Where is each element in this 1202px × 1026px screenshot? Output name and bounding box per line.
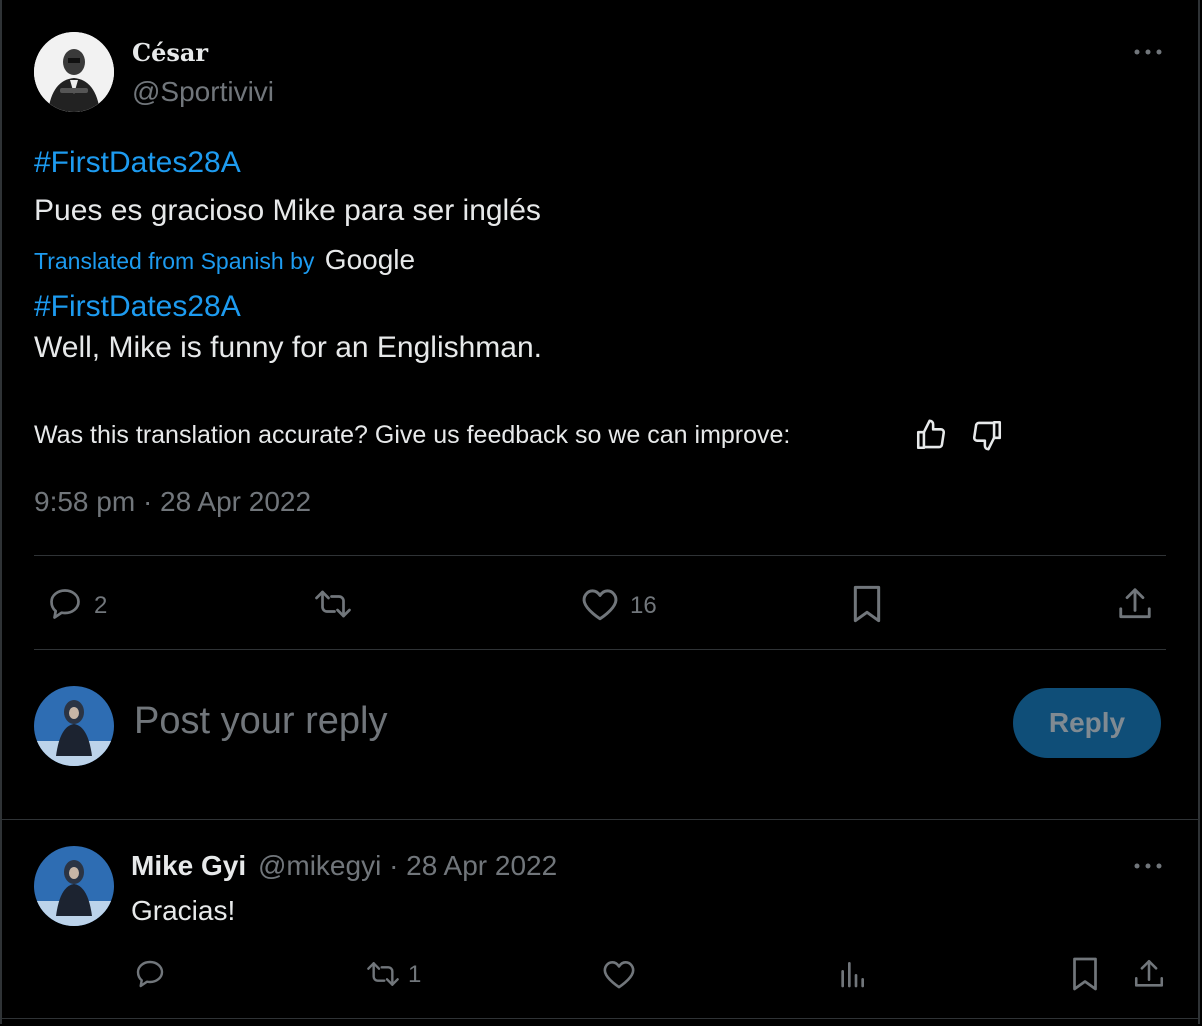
bookmark-icon[interactable] bbox=[850, 584, 884, 624]
share-icon[interactable] bbox=[1116, 584, 1154, 624]
reply-text: Gracias! bbox=[131, 895, 236, 926]
author-handle[interactable]: @Sportivivi bbox=[132, 76, 274, 108]
my-avatar[interactable] bbox=[34, 686, 114, 766]
thumbs-up-icon[interactable] bbox=[914, 418, 948, 452]
author-avatar[interactable] bbox=[34, 32, 114, 112]
translation-feedback-prompt: Was this translation accurate? Give us f… bbox=[34, 421, 791, 449]
bottom-border bbox=[2, 1018, 1198, 1019]
reply-author-avatar[interactable] bbox=[34, 846, 114, 926]
reply-reply-icon[interactable] bbox=[133, 958, 167, 990]
reply-icon[interactable] bbox=[46, 586, 84, 622]
reply-header: Mike Gyi @mikegyi · 28 Apr 2022 bbox=[131, 850, 557, 882]
translated-from-label[interactable]: Translated from Spanish by bbox=[34, 248, 314, 274]
google-logo[interactable]: Google bbox=[325, 244, 415, 275]
reply-more-icon[interactable] bbox=[1132, 856, 1164, 876]
reply-retweet-count: 1 bbox=[408, 961, 422, 988]
author-name[interactable]: César bbox=[132, 38, 208, 67]
like-count: 16 bbox=[630, 592, 657, 619]
thumbs-down-icon[interactable] bbox=[970, 418, 1004, 452]
reply-input[interactable]: Post your reply bbox=[134, 700, 387, 743]
reply-date[interactable]: · 28 Apr 2022 bbox=[389, 850, 557, 881]
divider-bottom bbox=[34, 649, 1166, 650]
divider-top bbox=[34, 555, 1166, 556]
hashtag-link[interactable]: #FirstDates28A bbox=[34, 146, 241, 180]
reply-retweet-icon[interactable] bbox=[364, 958, 402, 990]
reply-bookmark-icon[interactable] bbox=[1070, 956, 1100, 992]
tweet-text: Pues es gracioso Mike para ser inglés bbox=[34, 194, 541, 227]
translated-text: Well, Mike is funny for an Englishman. bbox=[34, 331, 542, 364]
more-icon[interactable] bbox=[1132, 42, 1164, 62]
views-icon[interactable] bbox=[836, 958, 868, 990]
reply-share-icon[interactable] bbox=[1132, 956, 1166, 992]
translated-hashtag-link[interactable]: #FirstDates28A bbox=[34, 290, 241, 324]
translation-label: Translated from Spanish by Google bbox=[34, 244, 415, 276]
section-divider bbox=[2, 819, 1198, 820]
reply-author-handle[interactable]: @mikegyi bbox=[258, 850, 381, 881]
like-icon[interactable] bbox=[580, 586, 620, 622]
tweet-timestamp[interactable]: 9:58 pm · 28 Apr 2022 bbox=[34, 486, 311, 518]
reply-like-icon[interactable] bbox=[601, 958, 637, 990]
retweet-icon[interactable] bbox=[312, 586, 354, 622]
reply-author-name[interactable]: Mike Gyi bbox=[131, 850, 246, 881]
reply-count: 2 bbox=[94, 592, 108, 619]
reply-button[interactable]: Reply bbox=[1013, 688, 1161, 758]
